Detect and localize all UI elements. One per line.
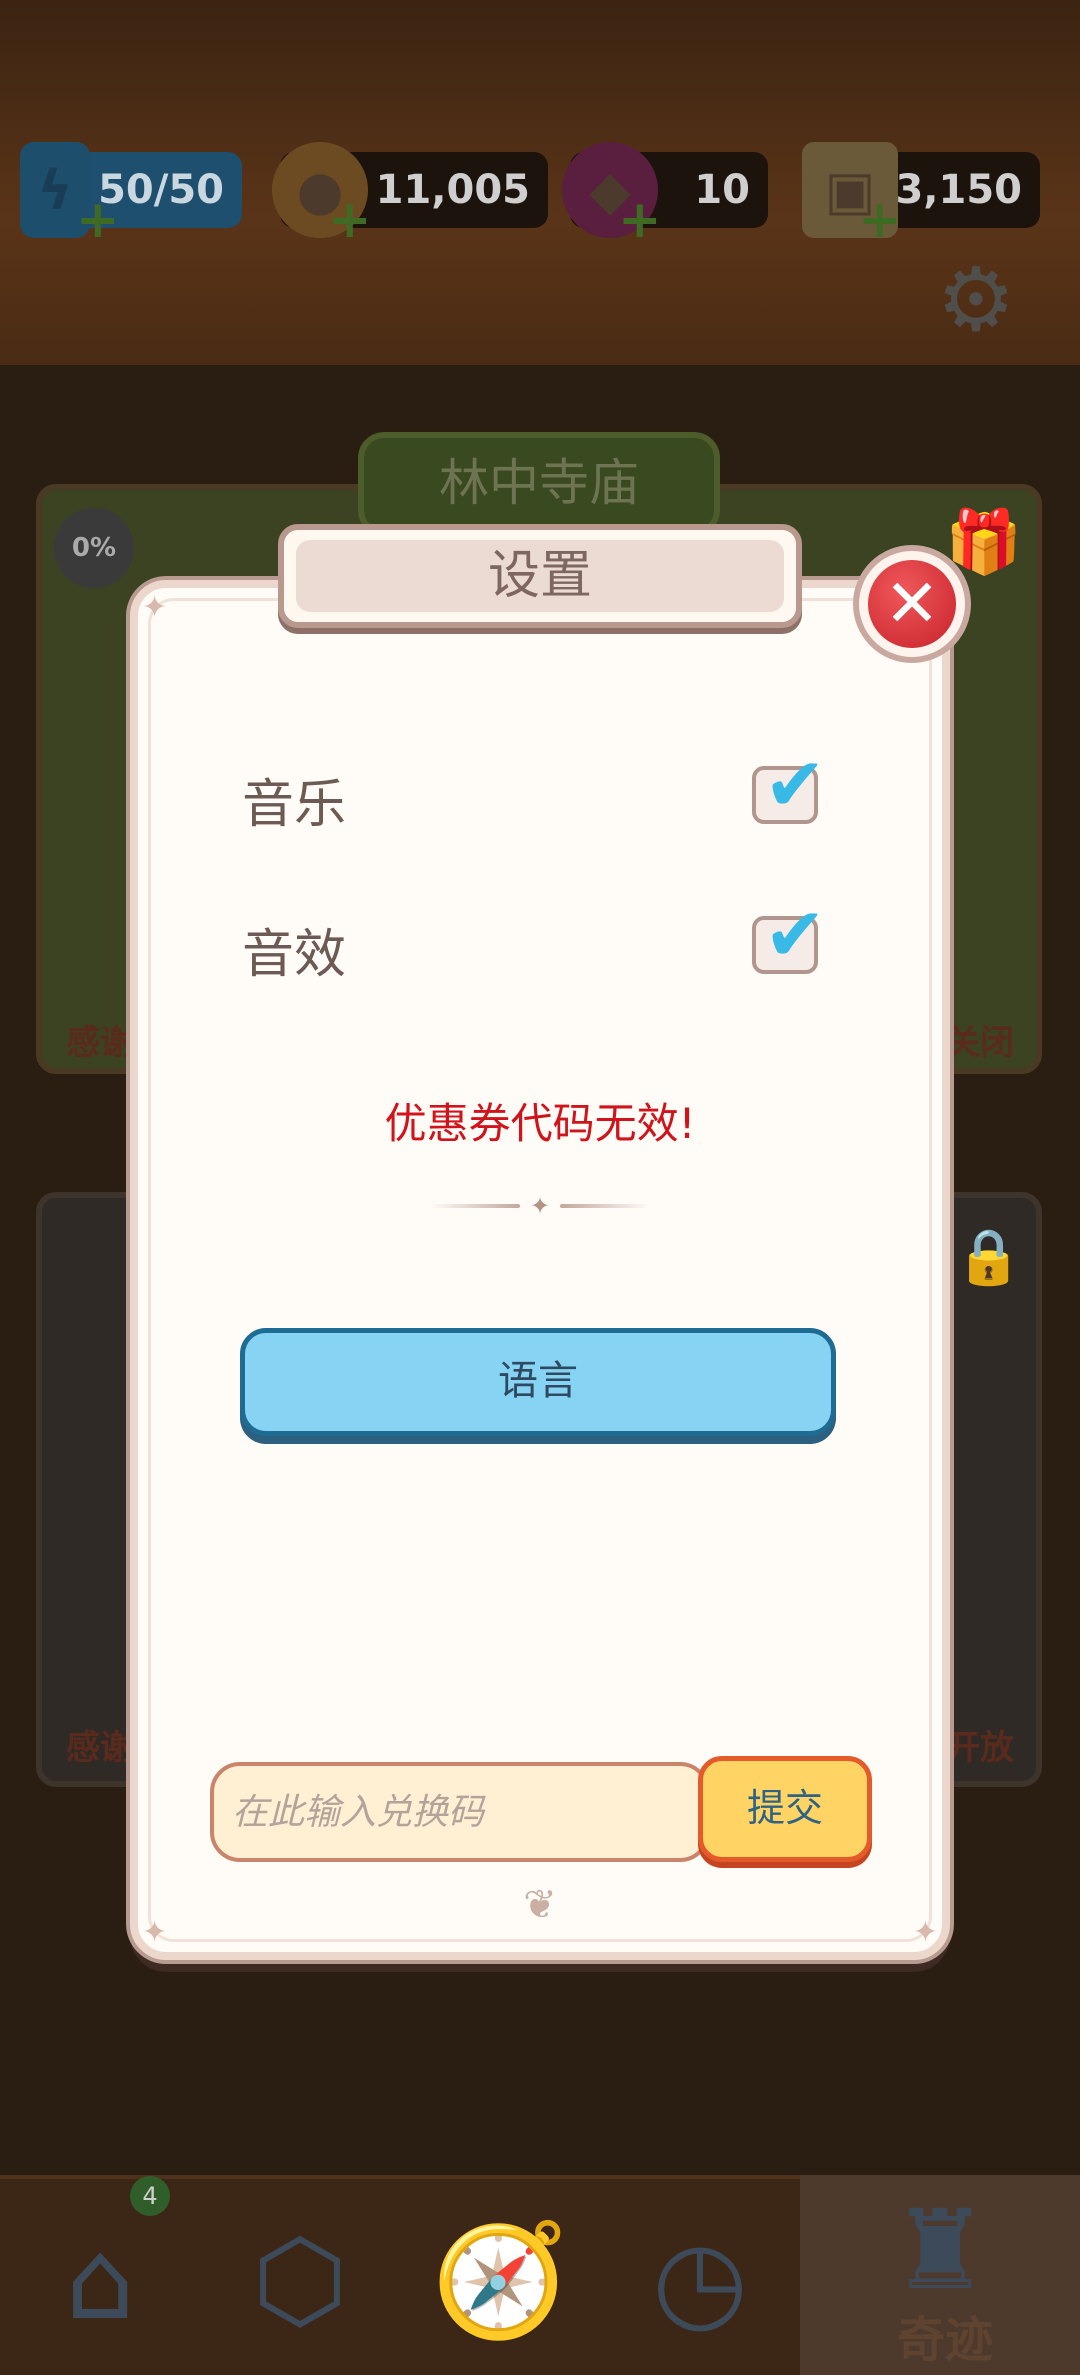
check-icon: ✔	[764, 742, 827, 828]
corner-star-icon: ✦	[142, 1915, 168, 1950]
language-button[interactable]: 语言	[240, 1328, 836, 1436]
check-icon: ✔	[764, 892, 827, 978]
corner-star-icon: ✦	[142, 590, 168, 625]
sfx-label: 音效	[242, 925, 347, 985]
redeem-code-field[interactable]	[210, 1762, 710, 1862]
redeem-code-input[interactable]	[232, 1766, 692, 1858]
corner-star-icon: ✦	[912, 1915, 938, 1950]
music-label: 音乐	[242, 775, 347, 835]
sparkle-icon: ✦	[529, 1192, 551, 1220]
divider: ✦	[408, 1192, 672, 1220]
close-button[interactable]: ✕	[853, 545, 971, 663]
flourish-ornament-icon: ❦	[523, 1882, 557, 1928]
error-message: 优惠券代码无效!	[384, 1099, 696, 1148]
dialog-title-plate: 设置	[278, 524, 802, 628]
close-icon: ✕	[868, 560, 956, 648]
submit-button[interactable]: 提交	[698, 1756, 872, 1862]
music-checkbox[interactable]: ✔	[752, 742, 826, 828]
dialog-title: 设置	[296, 540, 784, 612]
sfx-checkbox[interactable]: ✔	[752, 892, 826, 978]
